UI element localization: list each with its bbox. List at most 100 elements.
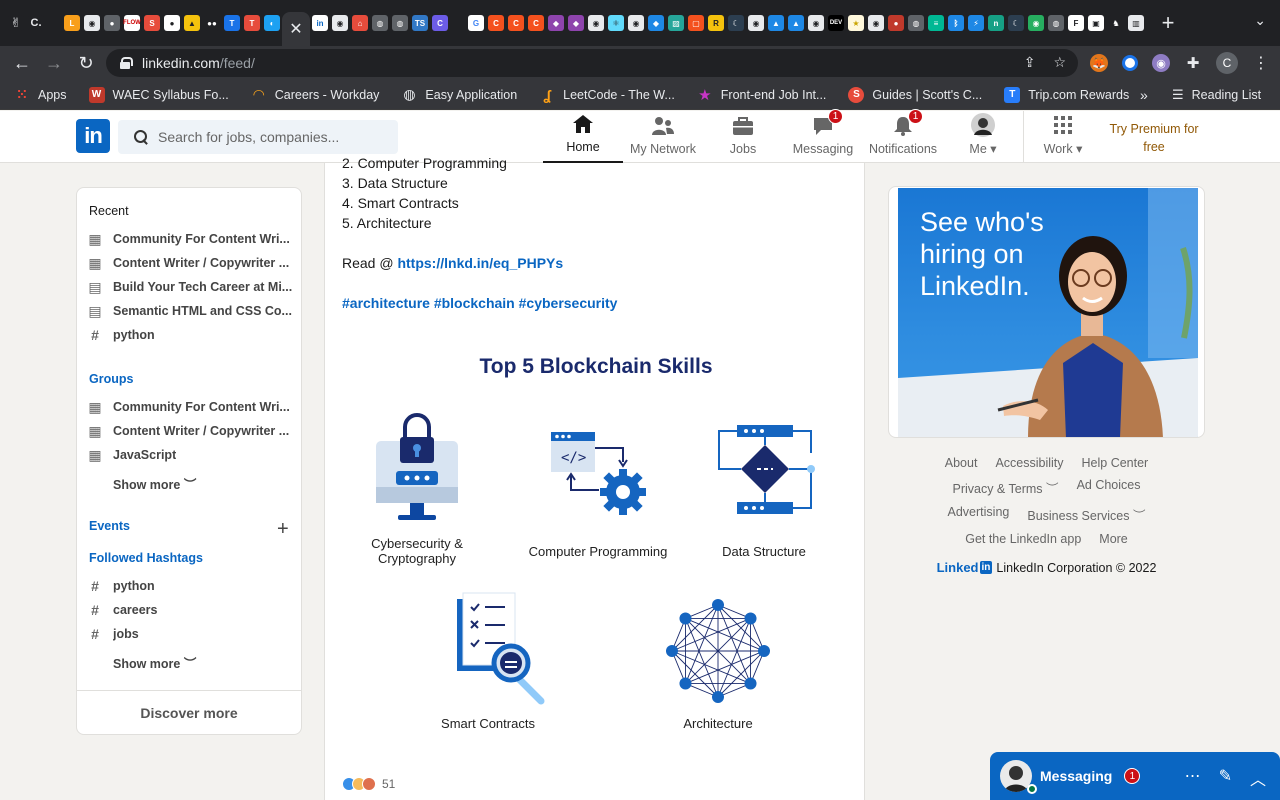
followed-hashtags-heading[interactable]: Followed Hashtags: [89, 551, 203, 565]
tab-favicon[interactable]: n: [986, 13, 1006, 33]
tab-favicon[interactable]: G: [466, 13, 486, 33]
tab-favicon[interactable]: ▨: [666, 13, 686, 33]
tab-favicon[interactable]: ▲: [766, 13, 786, 33]
accessibility-link[interactable]: Accessibility: [995, 456, 1063, 470]
tab-favicon[interactable]: ◍: [906, 13, 926, 33]
nav-work[interactable]: Work ▾: [1023, 111, 1103, 163]
tab-favicon[interactable]: ◆: [646, 13, 666, 33]
search-input[interactable]: [158, 129, 388, 145]
profile-avatar[interactable]: C: [1216, 52, 1238, 74]
tab-favicon[interactable]: ▲: [786, 13, 806, 33]
tab-favicon[interactable]: ◉: [626, 13, 646, 33]
group-item[interactable]: ▦ JavaScript: [89, 448, 295, 462]
hashtag-item[interactable]: # careers: [89, 603, 295, 617]
group-item[interactable]: ▦ Content Writer / Copywriter ...: [89, 424, 295, 438]
puzzle-icon[interactable]: ✚: [1184, 54, 1202, 72]
nav-my-network[interactable]: My Network: [623, 111, 703, 163]
reload-icon[interactable]: ↻: [70, 49, 102, 77]
more-link[interactable]: More: [1099, 532, 1127, 546]
forward-arrow-icon[interactable]: →: [38, 49, 70, 77]
tab-favicon[interactable]: ◉: [1026, 13, 1046, 33]
groups-heading[interactable]: Groups: [89, 372, 133, 386]
recent-item[interactable]: ▦ Community For Content Wri...: [89, 232, 295, 246]
tab-favicon[interactable]: ≡: [926, 13, 946, 33]
tab-favicon[interactable]: TS: [410, 13, 430, 33]
tab-favicon[interactable]: C: [526, 13, 546, 33]
address-bar[interactable]: linkedin.com/feed/ ⇪ ☆: [106, 49, 1078, 77]
recent-item[interactable]: ▤ Build Your Tech Career at Mi...: [89, 280, 295, 294]
bookmark-star-icon[interactable]: ☆: [1053, 54, 1066, 71]
nav-home[interactable]: Home: [543, 111, 623, 163]
tab-favicon[interactable]: ◍: [1046, 13, 1066, 33]
tab-favicon[interactable]: ●●: [202, 13, 222, 33]
ad-choices-link[interactable]: Ad Choices: [1077, 478, 1141, 497]
hashtag-item[interactable]: # python: [89, 579, 295, 593]
tab-favicon[interactable]: ᛒ: [946, 13, 966, 33]
tab-favicon[interactable]: ✌: [6, 13, 26, 33]
tab-favicon[interactable]: ★: [846, 13, 866, 33]
tab-favicon[interactable]: ◆: [566, 13, 586, 33]
group-item[interactable]: ▦ Community For Content Wri...: [89, 400, 295, 414]
tab-favicon[interactable]: ⌂: [350, 13, 370, 33]
add-event-plus-icon[interactable]: +: [277, 518, 289, 541]
help-center-link[interactable]: Help Center: [1082, 456, 1149, 470]
tab-favicon[interactable]: ⚡: [966, 13, 986, 33]
get-app-link[interactable]: Get the LinkedIn app: [965, 532, 1081, 546]
more-bookmarks-chevron-icon[interactable]: »: [1140, 87, 1148, 103]
advertisement-card[interactable]: See who's hiring on LinkedIn.: [888, 186, 1205, 438]
tab-favicon[interactable]: ◉: [586, 13, 606, 33]
tab-favicon[interactable]: ◍: [390, 13, 410, 33]
search-box[interactable]: [118, 120, 398, 154]
tab-favicon[interactable]: ◆: [546, 13, 566, 33]
extension-icon[interactable]: [1122, 55, 1138, 71]
reactions-summary[interactable]: 51: [342, 777, 395, 791]
tab-search-chevron-icon[interactable]: ⌄: [1254, 12, 1266, 29]
tab-favicon[interactable]: C: [486, 13, 506, 33]
events-heading[interactable]: Events: [89, 519, 130, 533]
tab-favicon[interactable]: ●: [886, 13, 906, 33]
tab-favicon[interactable]: S: [142, 13, 162, 33]
tab-favicon[interactable]: C.: [26, 13, 46, 33]
tab-favicon[interactable]: ◍: [370, 13, 390, 33]
tab-favicon[interactable]: ◉: [82, 13, 102, 33]
post-hashtags[interactable]: #architecture #blockchain #cybersecurity: [342, 295, 617, 311]
tab-favicon[interactable]: ♞: [1106, 13, 1126, 33]
tab-favicon[interactable]: T: [242, 13, 262, 33]
tab-favicon[interactable]: ▢: [686, 13, 706, 33]
nav-jobs[interactable]: Jobs: [703, 111, 783, 163]
tab-favicon[interactable]: ⚛: [606, 13, 626, 33]
hashtags-show-more-button[interactable]: Show more ︶: [113, 653, 196, 672]
tab-favicon[interactable]: C: [430, 13, 450, 33]
tab-favicon[interactable]: F: [1066, 13, 1086, 33]
share-icon[interactable]: ⇪: [1024, 54, 1036, 71]
hashtag-item[interactable]: # jobs: [89, 627, 295, 641]
tab-favicon[interactable]: ◉: [746, 13, 766, 33]
bookmark-workday[interactable]: ◠ Careers - Workday: [251, 86, 379, 103]
tab-favicon[interactable]: ☾: [726, 13, 746, 33]
groups-show-more-button[interactable]: Show more ︶: [113, 474, 196, 493]
bookmark-easy-application[interactable]: ◍ Easy Application: [401, 86, 517, 103]
kebab-menu-icon[interactable]: ⋮: [1252, 54, 1270, 72]
tab-favicon[interactable]: ◉: [866, 13, 886, 33]
bookmark-frontend-job[interactable]: ★ Front-end Job Int...: [697, 87, 826, 104]
post-image[interactable]: Top 5 Blockchain Skills Cybersecurity & …: [342, 333, 850, 743]
tab-favicon[interactable]: T: [222, 13, 242, 33]
tab-favicon[interactable]: R: [706, 13, 726, 33]
recent-item[interactable]: ▤ Semantic HTML and CSS Co...: [89, 304, 295, 318]
back-arrow-icon[interactable]: ←: [6, 49, 38, 77]
business-services-dropdown[interactable]: Business Services ︶: [1027, 505, 1145, 524]
tab-favicon[interactable]: ◉: [806, 13, 826, 33]
active-tab-close-icon[interactable]: ✕: [282, 12, 310, 46]
about-link[interactable]: About: [945, 456, 978, 470]
tab-favicon[interactable]: in: [310, 13, 330, 33]
tab-favicon[interactable]: DEV: [826, 13, 846, 33]
tab-favicon[interactable]: ▥: [1126, 13, 1146, 33]
extension-icon[interactable]: ◉: [1152, 54, 1170, 72]
bookmark-guides[interactable]: S Guides | Scott's C...: [848, 86, 982, 103]
article-link[interactable]: https://lnkd.in/eq_PHPYs: [397, 255, 563, 271]
bookmark-leetcode[interactable]: ʆ LeetCode - The W...: [539, 87, 674, 103]
recent-item[interactable]: ▦ Content Writer / Copywriter ...: [89, 256, 295, 270]
chevron-up-icon[interactable]: ︿: [1250, 766, 1266, 790]
tab-favicon[interactable]: ▣: [1086, 13, 1106, 33]
bookmark-apps[interactable]: ⁙ Apps: [14, 87, 67, 103]
